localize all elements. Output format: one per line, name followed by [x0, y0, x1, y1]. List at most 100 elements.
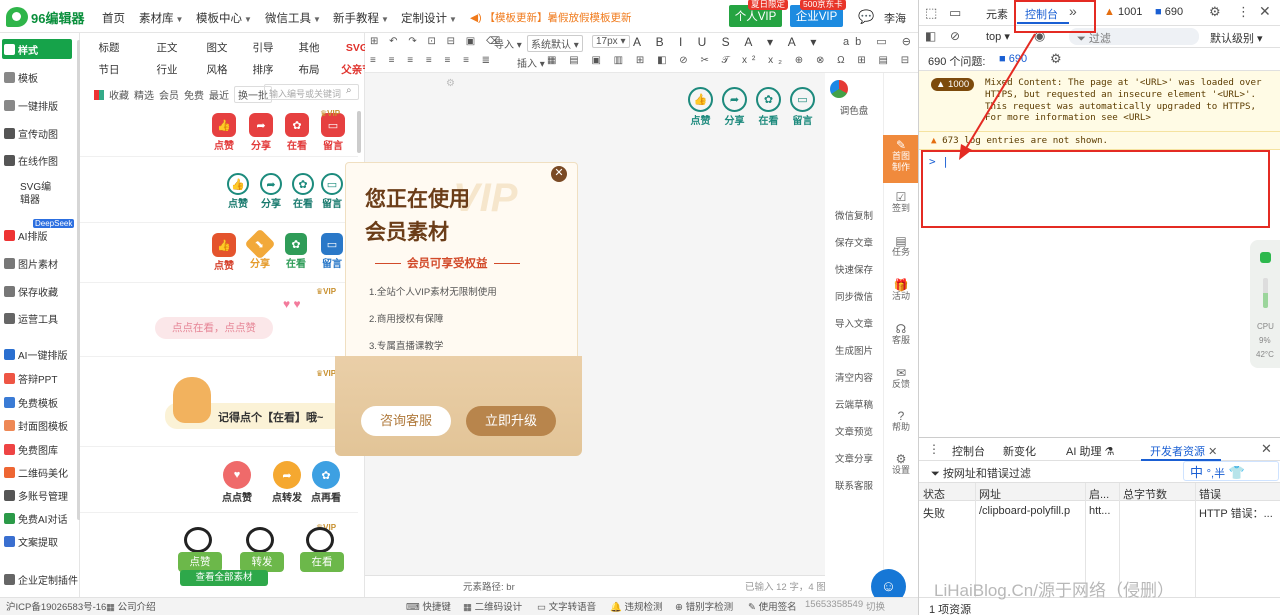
bottom-tool-1[interactable]: ▦ 二维码设计	[463, 599, 522, 613]
right-tool-10[interactable]: 联系客服	[828, 478, 880, 492]
palette-icon[interactable]	[830, 80, 848, 98]
sidebar-item-free-ai-chat[interactable]: 免费AI对话	[4, 511, 78, 526]
filter-selected[interactable]: 精选	[134, 87, 154, 102]
update-notice[interactable]: ◀) 【模板更新】暑假放假模板更新	[470, 10, 632, 25]
toolbar-row1-right[interactable]: ab ▭ ⊖	[843, 35, 917, 48]
cat-industry[interactable]: 行业	[148, 62, 186, 77]
filter-member[interactable]: 会员	[159, 87, 179, 102]
nav-tutorial[interactable]: 新手教程 ▼	[333, 10, 389, 26]
side-icon-7[interactable]: ⚙ 设置	[886, 453, 916, 476]
switch-link[interactable]: 切换	[866, 599, 885, 613]
col-status[interactable]: 状态	[923, 486, 945, 502]
cell-url[interactable]: /clipboard-polyfill.p	[979, 505, 1083, 517]
template-item[interactable]: ♥ 点点赞 ➦ 点转发 ✿ 点再看	[80, 451, 358, 513]
col-start[interactable]: 启...	[1089, 486, 1109, 502]
palette-icon[interactable]	[94, 89, 104, 100]
font-family-select[interactable]: 系统默认 ▾	[527, 35, 583, 52]
template-item[interactable]: 👍 点赞 ➦ 分享 ✿ 在看 ▭ 留言	[80, 225, 358, 283]
sidebar-item-style[interactable]: 样式	[4, 42, 78, 57]
palette-label[interactable]: 调色盘	[828, 103, 880, 117]
drawer-tab-ai[interactable]: AI 助理 ⚗	[1066, 443, 1114, 459]
template-item[interactable]: 👍 点赞 ➦ 分享 ✿ 在看 ▭ 留言	[80, 163, 358, 223]
sidebar-item-template[interactable]: 模板	[4, 70, 78, 85]
message-icon[interactable]: 💬	[858, 9, 874, 25]
drawer-tab-devresources[interactable]: 开发者资源 ✕	[1150, 443, 1217, 459]
sidebar-item-enterprise-plugin[interactable]: 企业定制插件	[4, 572, 78, 587]
template-item[interactable]: ♛VIP ♥ ♥ 点点在看，点点赞	[80, 285, 358, 357]
side-icon-1[interactable]: ☑ 签到	[886, 191, 916, 214]
sidebar-item-gif[interactable]: 宣传动图	[4, 126, 78, 141]
side-icon-3[interactable]: 🎁 活动	[886, 279, 916, 302]
bottom-tool-2[interactable]: ▭ 文字转语音	[537, 599, 596, 613]
username[interactable]: 李海	[884, 10, 906, 26]
sidebar-item-multi-account[interactable]: 多账号管理	[4, 488, 78, 503]
bottom-tool-3[interactable]: 🔔 违规检测	[610, 599, 662, 613]
font-size-select[interactable]: 17px ▾	[592, 35, 630, 48]
company-intro-link[interactable]: ▦ 公司介绍	[106, 599, 156, 613]
sidebar-item-qrcode[interactable]: 二维码美化	[4, 465, 78, 480]
format-buttons[interactable]: A B I U S A ▾ A ▾	[633, 35, 822, 49]
sidebar-item-favorites[interactable]: 保存收藏	[4, 284, 78, 299]
nav-home[interactable]: 首页	[102, 10, 125, 26]
sidebar-item-ai-layout[interactable]: AI排版	[4, 228, 78, 243]
right-tool-7[interactable]: 云端草稿	[828, 397, 880, 411]
filter-free[interactable]: 免费	[184, 87, 204, 102]
right-tool-6[interactable]: 清空内容	[828, 370, 880, 384]
consult-button[interactable]: 咨询客服	[361, 406, 451, 436]
filter-favorite[interactable]: 收藏	[109, 87, 129, 102]
editor-icon-row[interactable]: 👍 点赞 ➦ 分享 ✿ 在看 ▭ 留言	[688, 87, 815, 127]
align-buttons[interactable]: ≡ ≡ ≡ ≡ ≡ ≡ ≣	[370, 55, 495, 66]
right-tool-3[interactable]: 同步微信	[828, 289, 880, 303]
kebab-menu-icon[interactable]: ⋮	[928, 442, 940, 456]
col-error[interactable]: 错误	[1199, 486, 1221, 502]
search-input[interactable]: 输入编号或关键词	[264, 84, 359, 100]
side-icon-0[interactable]: ✎ 首图制作	[886, 139, 916, 173]
right-tool-4[interactable]: 导入文章	[828, 316, 880, 330]
drawer-tab-whatsnew[interactable]: 新变化	[1003, 443, 1036, 459]
sidebar-item-cover-template[interactable]: 封面图模板	[4, 418, 78, 433]
search-icon[interactable]: ⌕	[346, 85, 352, 96]
toolbar-row2-right[interactable]: ▦ ▤ ▣ ▥ ⊞ ◧ ⊘ ✂ 𝒯 x² x₂ ⊕ ⊗ Ω ⊞ ▤ ⊟ ↻ ⤓	[547, 55, 953, 66]
col-url[interactable]: 网址	[979, 486, 1001, 502]
cat-style[interactable]: 风格	[198, 62, 236, 77]
sidebar-item-one-click-layout[interactable]: 一键排版	[4, 98, 78, 113]
cat-guide[interactable]: 引导	[244, 40, 282, 55]
sidebar-item-svg-editor[interactable]: SVG编辑器	[4, 181, 60, 207]
right-tool-5[interactable]: 生成图片	[828, 343, 880, 357]
sidebar-item-defense-ppt[interactable]: 答辩PPT	[4, 371, 78, 386]
cat-other[interactable]: 其他	[290, 40, 328, 55]
col-bytes[interactable]: 总字节数	[1123, 486, 1167, 502]
settings-icon[interactable]: ⚙	[446, 78, 455, 89]
side-icon-6[interactable]: ? 帮助	[886, 410, 916, 433]
right-tool-9[interactable]: 文章分享	[828, 451, 880, 465]
close-drawer-icon[interactable]: ✕	[1261, 441, 1272, 457]
cat-layout[interactable]: 布局	[290, 62, 328, 77]
sidebar-item-online-drawing[interactable]: 在线作图	[4, 153, 78, 168]
cat-body[interactable]: 正文	[148, 40, 186, 55]
cat-image-text[interactable]: 图文	[198, 40, 236, 55]
sidebar-item-ops-tools[interactable]: 运营工具	[4, 311, 78, 326]
side-icon-4[interactable]: ☊ 客服	[886, 323, 916, 346]
table-row[interactable]: 失败 /clipboard-polyfill.p htt... HTTP 错误：…	[919, 502, 1280, 522]
cat-festival[interactable]: 节日	[90, 62, 128, 77]
cat-sort[interactable]: 排序	[244, 62, 282, 77]
sidebar-item-ai-one-click[interactable]: AI一键排版	[4, 347, 78, 362]
toolbar-row1-left[interactable]: ⊞ ↶ ↷ ⊡ ⊟ ▣ ⌫	[370, 36, 504, 47]
cat-title[interactable]: 标题	[90, 40, 128, 55]
url-filter[interactable]: ⏷ 按网址和错误过滤	[931, 465, 1031, 481]
nav-template[interactable]: 模板中心 ▼	[196, 10, 252, 26]
template-item[interactable]: ♛VIP 记得点个【在看】哦~	[80, 359, 358, 447]
nav-wechat-tools[interactable]: 微信工具 ▼	[265, 10, 321, 26]
close-icon[interactable]: ✕	[1208, 446, 1217, 458]
side-icon-2[interactable]: ▤ 任务	[886, 235, 916, 258]
sidebar-item-image-material[interactable]: 图片素材	[4, 256, 78, 271]
drawer-tab-console[interactable]: 控制台	[952, 443, 985, 459]
bottom-tool-4[interactable]: ⊕ 错别字检测	[675, 599, 733, 613]
view-all-button[interactable]: 查看全部素材	[180, 570, 268, 586]
sidebar-item-free-gallery[interactable]: 免费图库	[4, 442, 78, 457]
insert-button[interactable]: 插入 ▾	[517, 55, 545, 70]
nav-custom-design[interactable]: 定制设计 ▼	[401, 10, 457, 26]
right-tool-8[interactable]: 文章预览	[828, 424, 880, 438]
close-icon[interactable]: ✕	[551, 166, 567, 182]
import-button[interactable]: 导入 ▾	[494, 36, 522, 51]
